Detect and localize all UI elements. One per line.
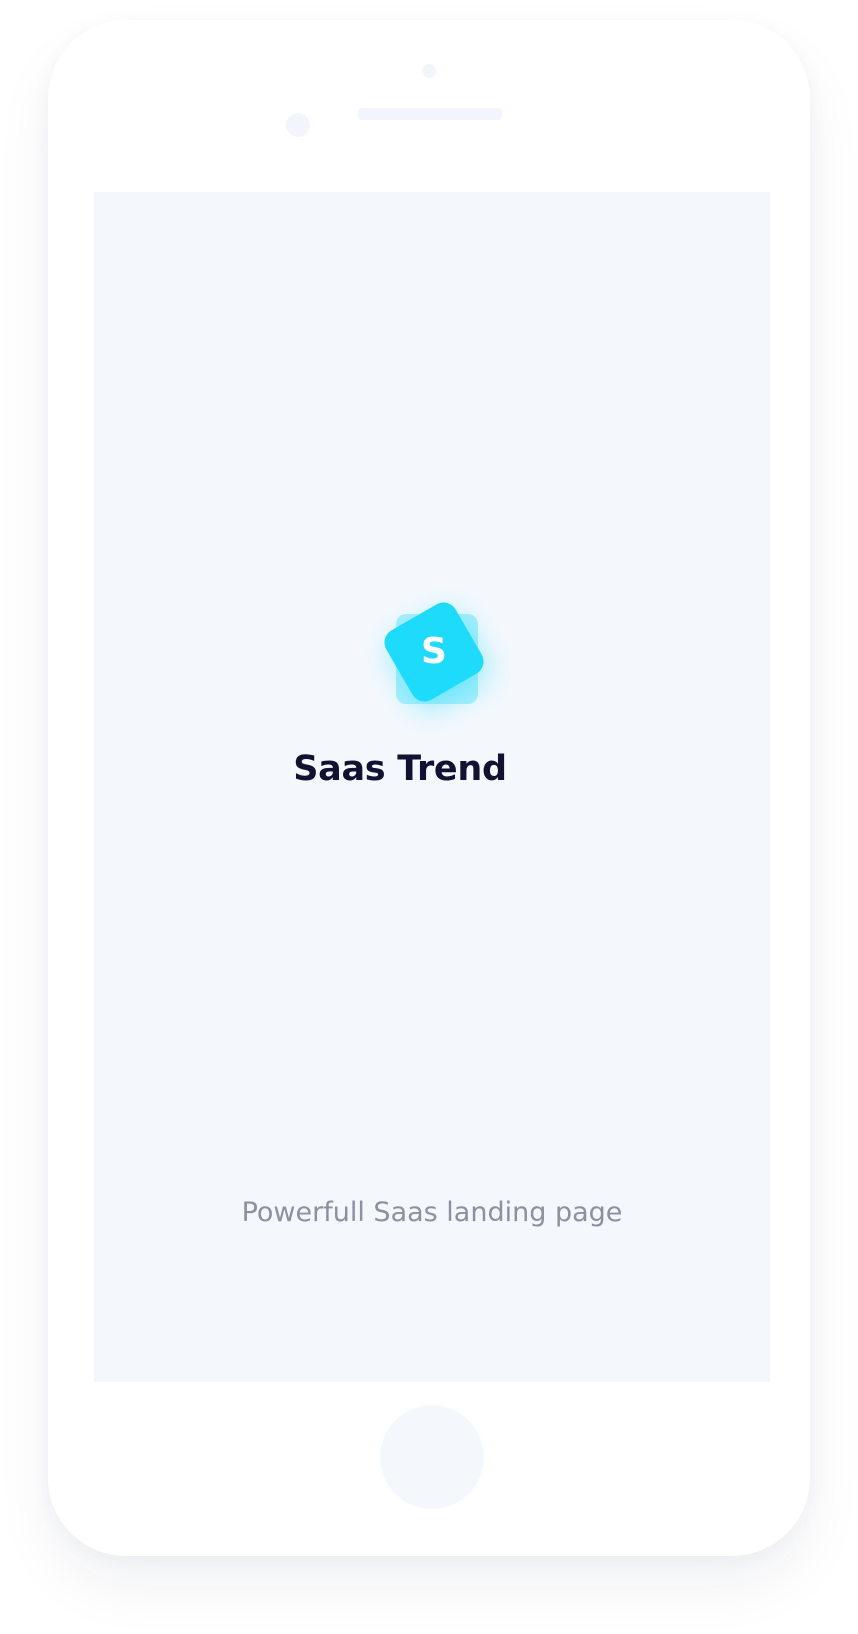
proximity-sensor-icon bbox=[422, 64, 436, 78]
earpiece-speaker-icon bbox=[358, 108, 502, 120]
app-tagline: Powerfull Saas landing page bbox=[241, 1197, 623, 1228]
splash-screen: S Saas Trend Powerfull Saas landing page bbox=[94, 192, 770, 1382]
canvas: S Saas Trend Powerfull Saas landing page bbox=[0, 0, 858, 1634]
front-camera-icon bbox=[286, 113, 310, 137]
app-title: Saas Trend bbox=[293, 749, 507, 789]
logo-letter: S bbox=[421, 631, 447, 672]
home-button-icon[interactable] bbox=[380, 1405, 484, 1509]
phone-mockup: S Saas Trend Powerfull Saas landing page bbox=[48, 20, 810, 1556]
app-logo-icon: S bbox=[379, 597, 489, 707]
